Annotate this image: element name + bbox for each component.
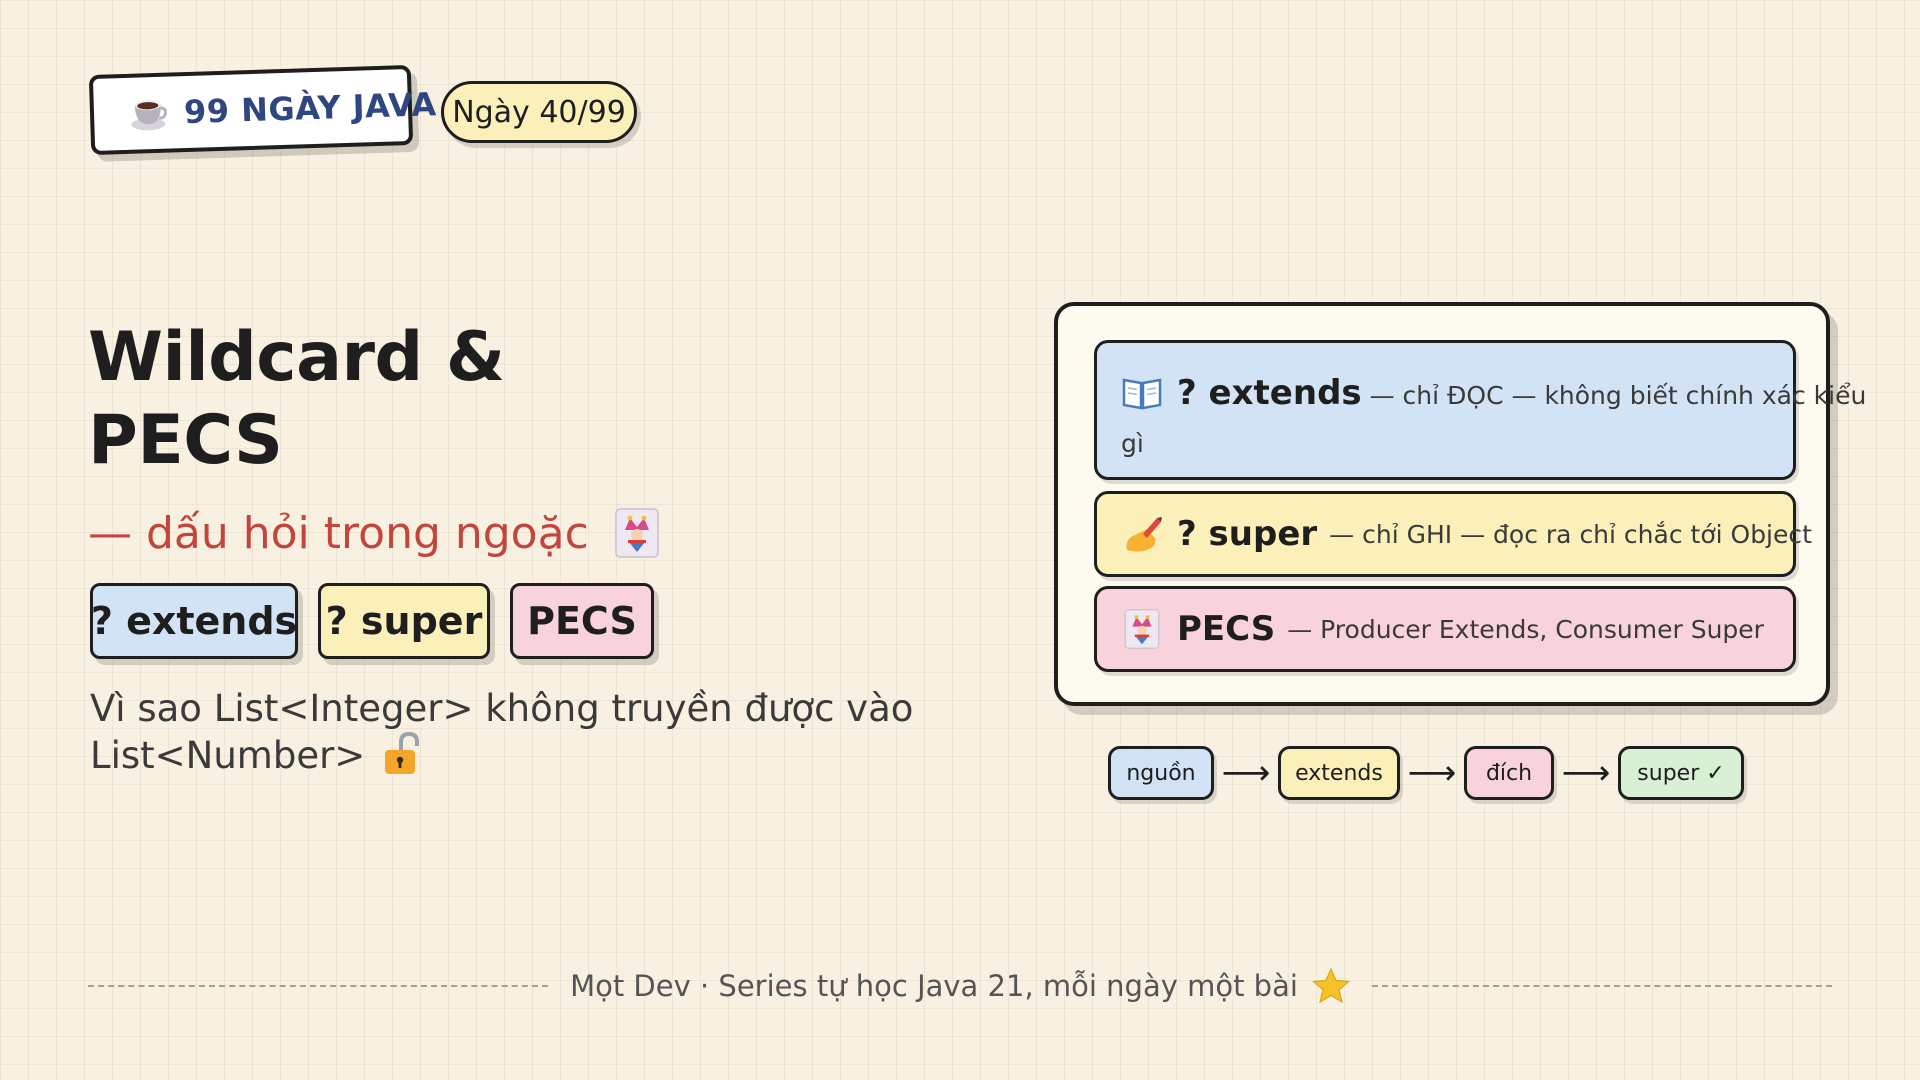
footer-divider-left	[88, 985, 549, 987]
book-icon	[1122, 378, 1162, 410]
tag-pecs: PECS	[510, 583, 654, 659]
concept-row-extends-head: ? extends	[1177, 373, 1362, 413]
coffee-cup-icon	[131, 100, 168, 131]
concept-row-pecs-head: PECS	[1177, 609, 1276, 649]
flow-arrow-icon: ⟶	[1407, 753, 1457, 793]
question-line-2: List<Number>	[90, 730, 810, 777]
brand-label: 99 NGÀY JAVA	[183, 85, 438, 132]
brand-badge: 99 NGÀY JAVA	[88, 64, 437, 156]
subtitle-text: — dấu hỏi trong ngoặc	[88, 507, 589, 559]
question-line-2-text: List<Number>	[90, 734, 366, 777]
concept-row-extends-desc-cont: gì	[1121, 429, 1144, 458]
page-title-line-2: PECS	[88, 401, 283, 480]
jester-icon	[615, 508, 659, 558]
concept-row-pecs: PECS — Producer Extends, Consumer Super	[1094, 586, 1796, 672]
concept-card: ? extends — chỉ ĐỌC — không biết chính x…	[1054, 302, 1866, 706]
unlocked-lock-icon	[385, 731, 420, 774]
flow-step-super: super ✓	[1618, 746, 1744, 800]
intro-question: Vì sao List<Integer> không truyền được v…	[90, 687, 914, 777]
jester-icon	[1124, 609, 1160, 649]
pecs-flow: nguồn ⟶ extends ⟶ đích ⟶ super ✓	[1108, 746, 1744, 800]
star-icon	[1311, 967, 1350, 1004]
topic-tags: ? extends ? super PECS	[90, 583, 654, 659]
concept-row-extends-line: ? extends — chỉ ĐỌC — không biết chính x…	[1121, 365, 1866, 424]
concept-row-extends-desc: — chỉ ĐỌC — không biết chính xác kiểu	[1369, 381, 1867, 410]
tag-extends: ? extends	[90, 583, 298, 659]
flow-step-destination: đích	[1464, 746, 1554, 800]
footer: Mọt Dev · Series tự học Java 21, mỗi ngà…	[88, 966, 1832, 1006]
flow-arrow-icon: ⟶	[1561, 753, 1611, 793]
flow-step-source: nguồn	[1108, 746, 1214, 800]
tag-super: ? super	[318, 583, 490, 659]
footer-credit-text: Mọt Dev · Series tự học Java 21, mỗi ngà…	[570, 969, 1298, 1003]
day-counter-badge: Ngày 40/99	[441, 81, 637, 143]
concept-row-super: ? super — chỉ GHI — đọc ra chỉ chắc tới …	[1094, 491, 1812, 577]
writing-hand-icon	[1126, 517, 1162, 552]
footer-divider-right	[1371, 985, 1832, 987]
concept-row-pecs-desc: — Producer Extends, Consumer Super	[1287, 614, 1764, 644]
footer-credit: Mọt Dev · Series tự học Java 21, mỗi ngà…	[548, 967, 1372, 1005]
concept-row-extends: ? extends — chỉ ĐỌC — không biết chính x…	[1094, 340, 1866, 480]
subtitle: — dấu hỏi trong ngoặc	[88, 503, 659, 563]
flow-arrow-icon: ⟶	[1221, 753, 1271, 793]
question-line-1: Vì sao List<Integer> không truyền được v…	[90, 687, 914, 730]
page-title-line-1: Wildcard &	[88, 318, 505, 397]
flow-step-extends: extends	[1278, 746, 1400, 800]
concept-row-extends-text: ? extends — chỉ ĐỌC — không biết chính x…	[1121, 365, 1866, 464]
concept-row-super-desc: — chỉ GHI — đọc ra chỉ chắc tới Object	[1329, 519, 1812, 549]
concept-row-super-head: ? super	[1177, 514, 1318, 554]
